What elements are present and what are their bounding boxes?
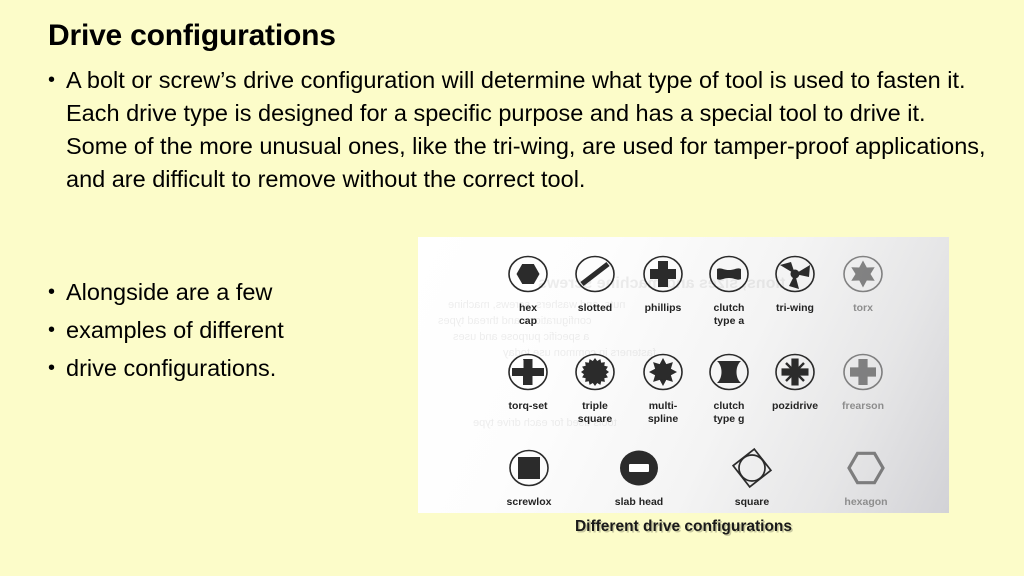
drive-type-label: slab head	[614, 496, 664, 508]
bullet-glyph-icon: •	[48, 357, 56, 379]
drive-type-screwlox: screwlox	[495, 445, 563, 509]
drive-type-label: clutch type g	[713, 400, 745, 425]
list-item: • Alongside are a few	[48, 273, 408, 311]
drive-type-label: square	[734, 496, 770, 508]
drive-type-multi--spline: multi- spline	[629, 349, 697, 426]
drive-type-hexagon: hexagon	[832, 445, 900, 509]
drive-type-label: tri-wing	[776, 302, 814, 314]
side-bullet-text-1: Alongside are a few	[66, 279, 273, 305]
drive-type-label: triple square	[577, 400, 613, 425]
clutch-type-a-drive-icon	[703, 251, 755, 297]
drive-type-torx: torx	[829, 251, 897, 315]
screwlox-drive-icon	[503, 445, 555, 491]
side-bullet-text-3: drive configurations.	[66, 355, 277, 381]
drive-type-label: phillips	[644, 302, 682, 314]
drive-type-triple-square: triple square	[561, 349, 629, 426]
hexagon-drive-icon	[840, 445, 892, 491]
drive-type-label: torx	[853, 302, 873, 314]
drive-type-label: hex cap	[518, 302, 538, 327]
frearson-drive-icon	[837, 349, 889, 395]
tri-wing-drive-icon	[769, 251, 821, 297]
drive-type-clutch-type-a: clutch type a	[695, 251, 763, 328]
drive-type-square: square	[718, 445, 786, 509]
drive-type-phillips: phillips	[629, 251, 697, 315]
drive-type-label: multi- spline	[647, 400, 679, 425]
drive-type-hex-cap: hex cap	[494, 251, 562, 328]
drive-type-tri-wing: tri-wing	[761, 251, 829, 315]
clutch-type-g-drive-icon	[703, 349, 755, 395]
bullet-glyph-icon: •	[48, 319, 56, 341]
page-title: Drive configurations	[48, 19, 336, 52]
drive-type-pozidrive: pozidrive	[761, 349, 829, 413]
torx-drive-icon	[837, 251, 889, 297]
drive-type-slab-head: slab head	[605, 445, 673, 509]
drive-type-label: torq-set	[508, 400, 548, 412]
drive-type-label: screwlox	[506, 496, 552, 508]
drive-type-slotted: slotted	[561, 251, 629, 315]
list-item: • drive configurations.	[48, 349, 408, 387]
side-bullet-text-2: examples of different	[66, 317, 284, 343]
drive-type-label: pozidrive	[771, 400, 819, 412]
slotted-drive-icon	[569, 251, 621, 297]
drive-type-label: clutch type a	[713, 302, 745, 327]
multi-spline-drive-icon	[637, 349, 689, 395]
list-item: • A bolt or screw’s drive configuration …	[48, 64, 998, 196]
drive-type-torq-set: torq-set	[494, 349, 562, 413]
phillips-drive-icon	[637, 251, 689, 297]
figure-caption: Different drive configurations	[574, 518, 793, 535]
intro-bullet-text: A bolt or screw’s drive configuration wi…	[66, 67, 993, 192]
pozidrive-drive-icon	[769, 349, 821, 395]
hex-cap-drive-icon	[502, 251, 554, 297]
torq-set-drive-icon	[502, 349, 554, 395]
triple-square-drive-icon	[569, 349, 621, 395]
drive-type-label: hexagon	[844, 496, 888, 508]
drive-type-clutch-type-g: clutch type g	[695, 349, 763, 426]
bullet-glyph-icon: •	[48, 281, 56, 303]
intro-bullet-list: • A bolt or screw’s drive configuration …	[48, 64, 998, 196]
bullet-glyph-icon: •	[48, 69, 56, 91]
drive-type-frearson: frearson	[829, 349, 897, 413]
list-item: • examples of different	[48, 311, 408, 349]
slab-head-drive-icon	[613, 445, 665, 491]
side-bullet-list: • Alongside are a few • examples of diff…	[48, 273, 408, 387]
square-drive-icon	[726, 445, 778, 491]
drive-type-label: slotted	[577, 302, 613, 314]
drive-configurations-figure: tions, sizes and machine screws nuts, an…	[418, 237, 949, 513]
ghost-bleed-text: a specific purpose and uses	[453, 331, 590, 343]
drive-type-label: frearson	[841, 400, 884, 412]
